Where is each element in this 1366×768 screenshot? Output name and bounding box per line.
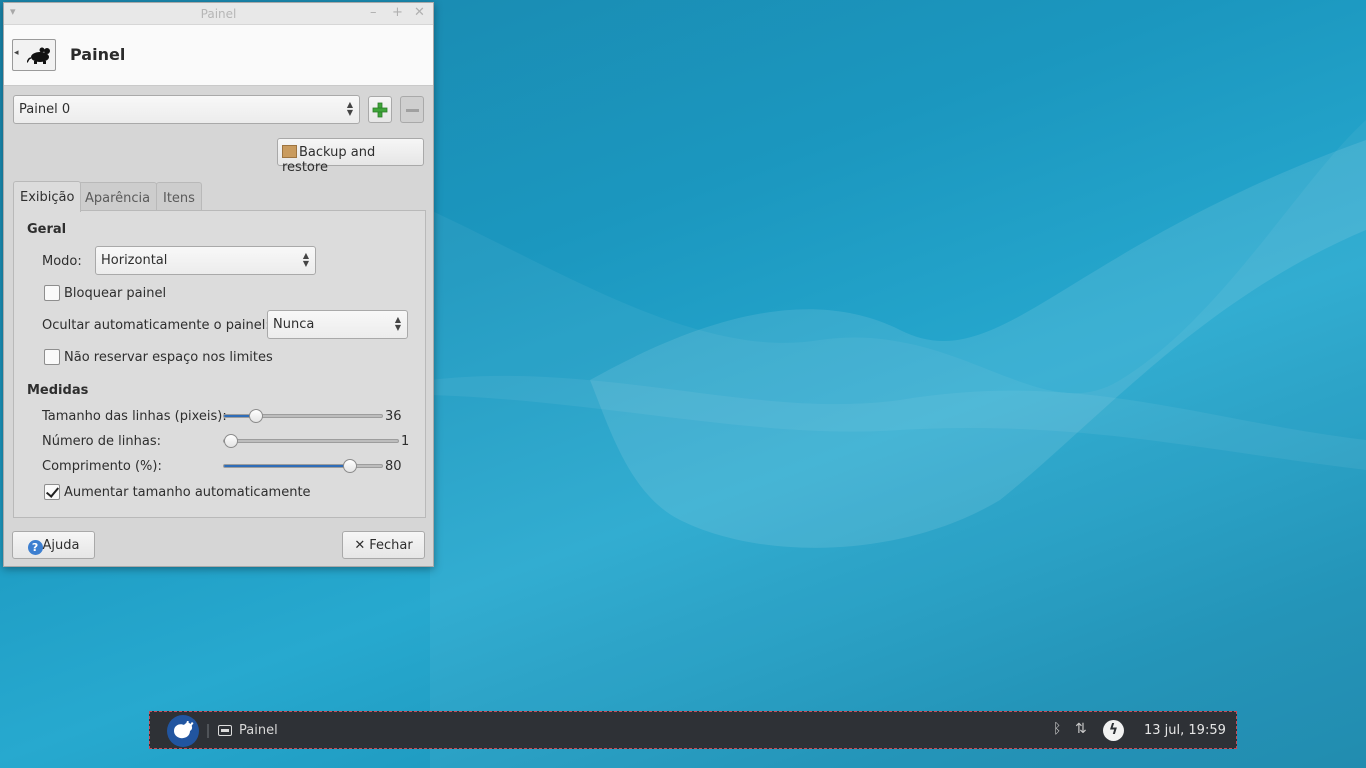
length-value: 80 <box>385 459 402 474</box>
box-icon <box>282 145 297 158</box>
slider-knob[interactable] <box>248 409 263 423</box>
tab-label: Itens <box>163 191 195 206</box>
plus-icon <box>372 102 388 118</box>
autohide-select-value: Nunca <box>273 317 315 332</box>
tab-label: Exibição <box>20 190 75 205</box>
xfce-menu-button[interactable] <box>167 715 199 747</box>
tab-itens[interactable]: Itens <box>156 182 202 212</box>
panel-preferences-window: ▾ Painel – + ✕ ◂ Painel Painel 0 ▲ ▼ Bac… <box>3 2 434 567</box>
network-icon[interactable]: ⇅ <box>1075 721 1087 737</box>
power-manager-icon[interactable]: ϟ <box>1103 720 1124 741</box>
mode-label: Modo: <box>42 254 82 269</box>
panel-app-icon: ◂ <box>12 39 56 71</box>
slider-knob[interactable] <box>224 434 238 448</box>
window-title: Painel <box>200 7 237 21</box>
no-reserve-space-label: Não reservar espaço nos limites <box>64 350 273 365</box>
arrow-left-icon: ◂ <box>14 48 19 58</box>
lock-panel-label: Bloquear painel <box>64 286 167 301</box>
section-geral-heading: Geral <box>27 222 67 237</box>
autohide-select[interactable]: Nunca ▲ ▼ <box>267 310 408 339</box>
rows-slider[interactable] <box>223 434 399 448</box>
xfce-mouse-logo-icon <box>174 721 194 739</box>
clock[interactable]: 13 jul, 19:59 <box>1144 723 1226 738</box>
autosize-label: Aumentar tamanho automaticamente <box>64 485 311 500</box>
window-titlebar[interactable]: ▾ Painel – + ✕ <box>4 3 433 25</box>
autohide-label: Ocultar automaticamente o painel: <box>42 318 270 333</box>
maximize-icon[interactable]: + <box>392 5 403 20</box>
tab-exibicao[interactable]: Exibição <box>13 181 82 212</box>
help-button[interactable]: ? Ajuda <box>12 531 95 559</box>
rows-label: Número de linhas: <box>42 434 161 449</box>
minus-icon <box>406 109 419 112</box>
section-medidas-heading: Medidas <box>27 383 89 398</box>
close-button[interactable]: ✕ Fechar <box>342 531 425 559</box>
panel-separator <box>207 724 209 738</box>
spin-arrows-icon: ▲ ▼ <box>302 251 309 268</box>
panel-select-value: Painel 0 <box>19 102 71 117</box>
spin-arrows-icon: ▲ ▼ <box>346 100 353 117</box>
close-label: Fechar <box>369 538 413 553</box>
panel-select[interactable]: Painel 0 ▲ ▼ <box>13 95 360 124</box>
row-size-label: Tamanho das linhas (pixeis): <box>42 409 227 424</box>
help-icon: ? <box>27 540 43 555</box>
no-reserve-space-checkbox[interactable] <box>44 349 60 365</box>
row-size-slider[interactable] <box>223 409 383 423</box>
length-label: Comprimento (%): <box>42 459 162 474</box>
minimize-icon[interactable]: – <box>370 5 377 20</box>
task-button-painel[interactable]: Painel <box>239 723 278 738</box>
close-icon[interactable]: ✕ <box>414 5 425 20</box>
help-label: Ajuda <box>42 538 80 553</box>
close-x-icon: ✕ <box>354 538 366 553</box>
backup-restore-button[interactable]: Backup and restore <box>277 138 424 175</box>
dialog-header: ◂ Painel <box>4 25 433 86</box>
bluetooth-icon[interactable]: ᛒ <box>1053 721 1061 737</box>
add-panel-button[interactable] <box>368 96 392 123</box>
slider-fill <box>224 465 351 467</box>
length-slider[interactable] <box>223 459 383 473</box>
lock-panel-checkbox[interactable] <box>44 285 60 301</box>
mouse-icon <box>27 47 50 64</box>
autosize-checkbox[interactable] <box>44 484 60 500</box>
row-size-value: 36 <box>385 409 402 424</box>
window-task-icon <box>218 725 232 736</box>
tab-panel-exibicao: Geral Modo: Horizontal ▲ ▼ Bloquear paine… <box>13 210 426 518</box>
taskbar-panel: Painel ᛒ ⇅ ϟ 13 jul, 19:59 <box>149 711 1237 749</box>
page-title: Painel <box>70 45 126 64</box>
tab-aparencia[interactable]: Aparência <box>78 182 158 212</box>
mode-select[interactable]: Horizontal ▲ ▼ <box>95 246 316 275</box>
tab-label: Aparência <box>85 191 151 206</box>
rows-value: 1 <box>401 434 410 449</box>
spin-arrows-icon: ▲ ▼ <box>394 315 401 332</box>
mode-select-value: Horizontal <box>101 253 168 268</box>
slider-knob[interactable] <box>343 459 358 473</box>
remove-panel-button[interactable] <box>400 96 424 123</box>
